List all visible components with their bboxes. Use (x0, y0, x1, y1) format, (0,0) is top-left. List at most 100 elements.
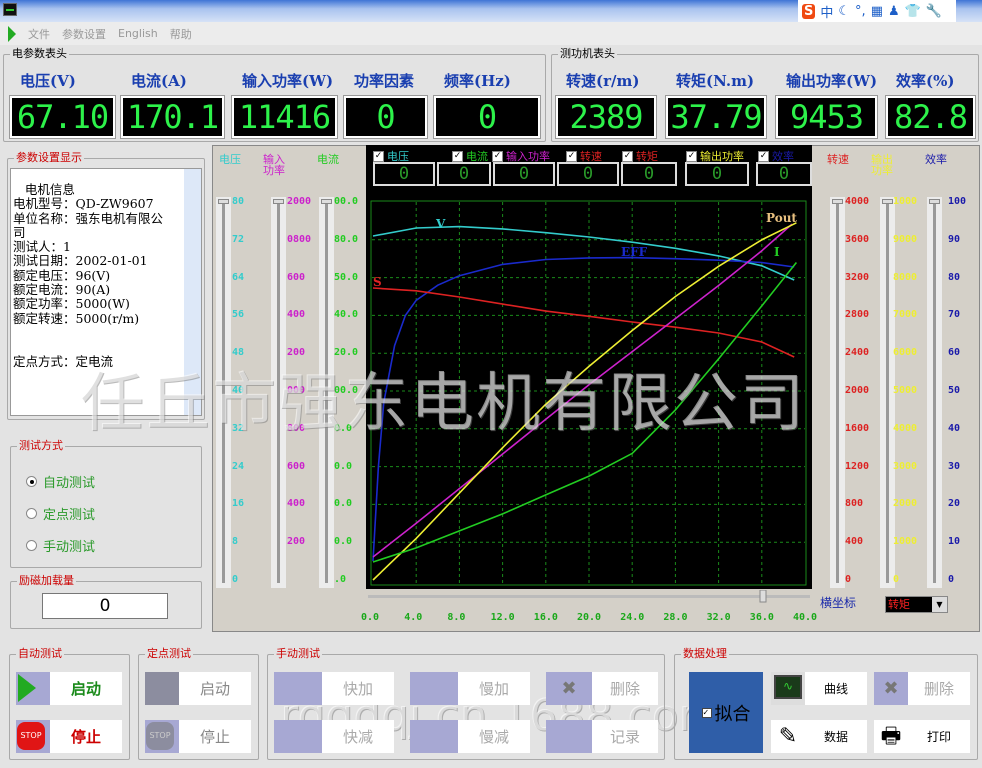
slider-thumb[interactable] (218, 199, 229, 204)
menu-english[interactable]: English (118, 27, 158, 40)
slow-up-icon (410, 672, 458, 705)
voltage-scale-slider[interactable] (216, 197, 231, 588)
slow-down-button[interactable]: 慢减 (410, 720, 530, 753)
pin-scale-slider[interactable] (271, 197, 286, 588)
chinese-mode-icon[interactable]: 中 (820, 2, 833, 21)
y-tick-label: 60 (948, 347, 961, 359)
test-mode-radio[interactable]: 定点测试 (26, 504, 95, 523)
slider-thumb[interactable] (321, 199, 332, 204)
user-icon[interactable]: ♟ (888, 4, 900, 19)
eff-scale-slider[interactable] (927, 197, 942, 588)
y-tick-label: 1200 (845, 460, 870, 472)
fixed-start-button[interactable]: 启动 (145, 672, 251, 705)
x-axis-select[interactable]: 转矩 ▼ (885, 596, 948, 613)
speed-scale-slider[interactable] (830, 197, 845, 588)
menu-help[interactable]: 帮助 (170, 26, 192, 42)
y-tick-label: 000 (287, 385, 306, 396)
curve-button[interactable]: ∿ 曲线 (771, 672, 867, 705)
x-tick-label: 36.0 (749, 612, 774, 623)
button-label: 记录 (609, 728, 640, 746)
y-tick-label: 16 (232, 498, 245, 510)
slider-thumb[interactable] (273, 199, 284, 204)
y-tick-label: 40 (232, 385, 245, 396)
menu-settings[interactable]: 参数设置 (62, 26, 106, 42)
series-v-line (372, 225, 795, 281)
y-tick-label: 40 (948, 422, 961, 434)
menu-file[interactable]: 文件 (28, 26, 50, 42)
meter-value: 37.79 (665, 95, 767, 139)
y-tick-label: 4000 (845, 196, 870, 207)
auto-stop-button[interactable]: STOP 停止 (16, 720, 122, 753)
group-title: 参数设置显示 (14, 151, 84, 165)
meter-label: 功率因素 (354, 72, 415, 90)
print-button[interactable]: 🖶 打印 (874, 720, 970, 753)
test-mode-radio[interactable]: 自动测试 (26, 472, 95, 491)
sogou-icon[interactable]: S (802, 3, 816, 19)
y-tick-label: 9000 (893, 233, 918, 245)
group-title: 测功机表头 (558, 47, 617, 61)
button-label: 删除 (609, 680, 640, 698)
x-tick-label: 12.0 (490, 612, 515, 623)
y-tick-label: 4000 (893, 422, 918, 434)
y-tick-label: 72 (232, 233, 245, 245)
fast-up-button[interactable]: 快加 (274, 672, 394, 705)
current-scale-slider[interactable] (319, 197, 334, 588)
axis-title: 效率 (925, 153, 947, 166)
y-tick-label: 800 (845, 498, 864, 510)
y-tick-label: 64 (232, 271, 245, 283)
manual-delete-button[interactable]: ✖ 删除 (546, 672, 658, 705)
x-tick-label: 8.0 (447, 612, 466, 623)
test-mode-radio[interactable]: 手动测试 (26, 536, 95, 555)
info-line: 额定电压：96(V) (13, 267, 111, 283)
y-tick-label: 80 (232, 196, 245, 207)
slider-thumb[interactable] (832, 199, 843, 204)
curve-label: V (435, 217, 446, 231)
channel-value: 0 (493, 162, 555, 186)
info-line: 电机信息 (13, 182, 75, 197)
slow-up-button[interactable]: 慢加 (410, 672, 530, 705)
button-label: 慢加 (478, 680, 509, 698)
checkbox-icon: ✓ (758, 150, 769, 162)
fast-up-icon (274, 672, 322, 705)
y-tick-label: 10 (948, 536, 961, 548)
y-tick-label: 600 (287, 460, 306, 472)
data-button[interactable]: ✎ 数据 (771, 720, 867, 753)
info-line: 测试日期：2002-01-01 (13, 253, 148, 269)
y-tick-label: 7000 (893, 309, 918, 321)
checkbox-icon: ✓ (622, 150, 633, 162)
y-tick-label: 400 (845, 536, 864, 548)
keyboard-icon[interactable]: ▦ (871, 4, 883, 19)
y-tick-label: 2800 (845, 309, 870, 321)
x-tick-label: 20.0 (577, 612, 602, 623)
meter-label: 频率(Hz) (444, 72, 511, 90)
wrench-icon[interactable]: 🔧 (926, 4, 942, 19)
info-line: 定点方式：定电流 (13, 353, 114, 369)
moon-icon[interactable]: ☾ (838, 4, 850, 19)
run-icon[interactable] (8, 25, 16, 42)
x-tick-label: 40.0 (793, 612, 818, 623)
fixed-stop-button[interactable]: STOP 停止 (145, 720, 251, 753)
slider-thumb[interactable] (882, 199, 893, 204)
stop-sign-icon: STOP (16, 720, 50, 753)
dropdown-arrow-icon[interactable]: ▼ (932, 597, 947, 612)
group-title: 数据处理 (681, 647, 729, 661)
data-delete-button[interactable]: ✖ 删除 (874, 672, 970, 705)
record-button[interactable]: 记录 (546, 720, 658, 753)
auto-start-button[interactable]: 启动 (16, 672, 122, 705)
ime-toolbar[interactable]: S 中 ☾ °, ▦ ♟ 👕 🔧 (798, 0, 956, 22)
shirt-icon[interactable]: 👕 (905, 4, 921, 19)
punct-icon[interactable]: °, (855, 4, 866, 19)
axis-title: 输出功率 (871, 153, 893, 177)
info-scrollbar[interactable] (184, 169, 201, 415)
slider-thumb (759, 590, 767, 603)
fit-checkbox[interactable]: ✓ 拟合 (689, 672, 763, 753)
slider-thumb[interactable] (929, 199, 940, 204)
x-axis-slider[interactable] (366, 590, 812, 604)
meter-value: 11416 (231, 95, 338, 139)
info-line: 额定转速：5000(r/m) (13, 310, 140, 326)
y-tick-label: .0 (334, 574, 347, 585)
fast-down-button[interactable]: 快减 (274, 720, 394, 753)
x-tick-label: 24.0 (620, 612, 645, 623)
y-tick-label: 0 (232, 574, 239, 585)
excitation-input[interactable]: 0 (42, 593, 168, 619)
